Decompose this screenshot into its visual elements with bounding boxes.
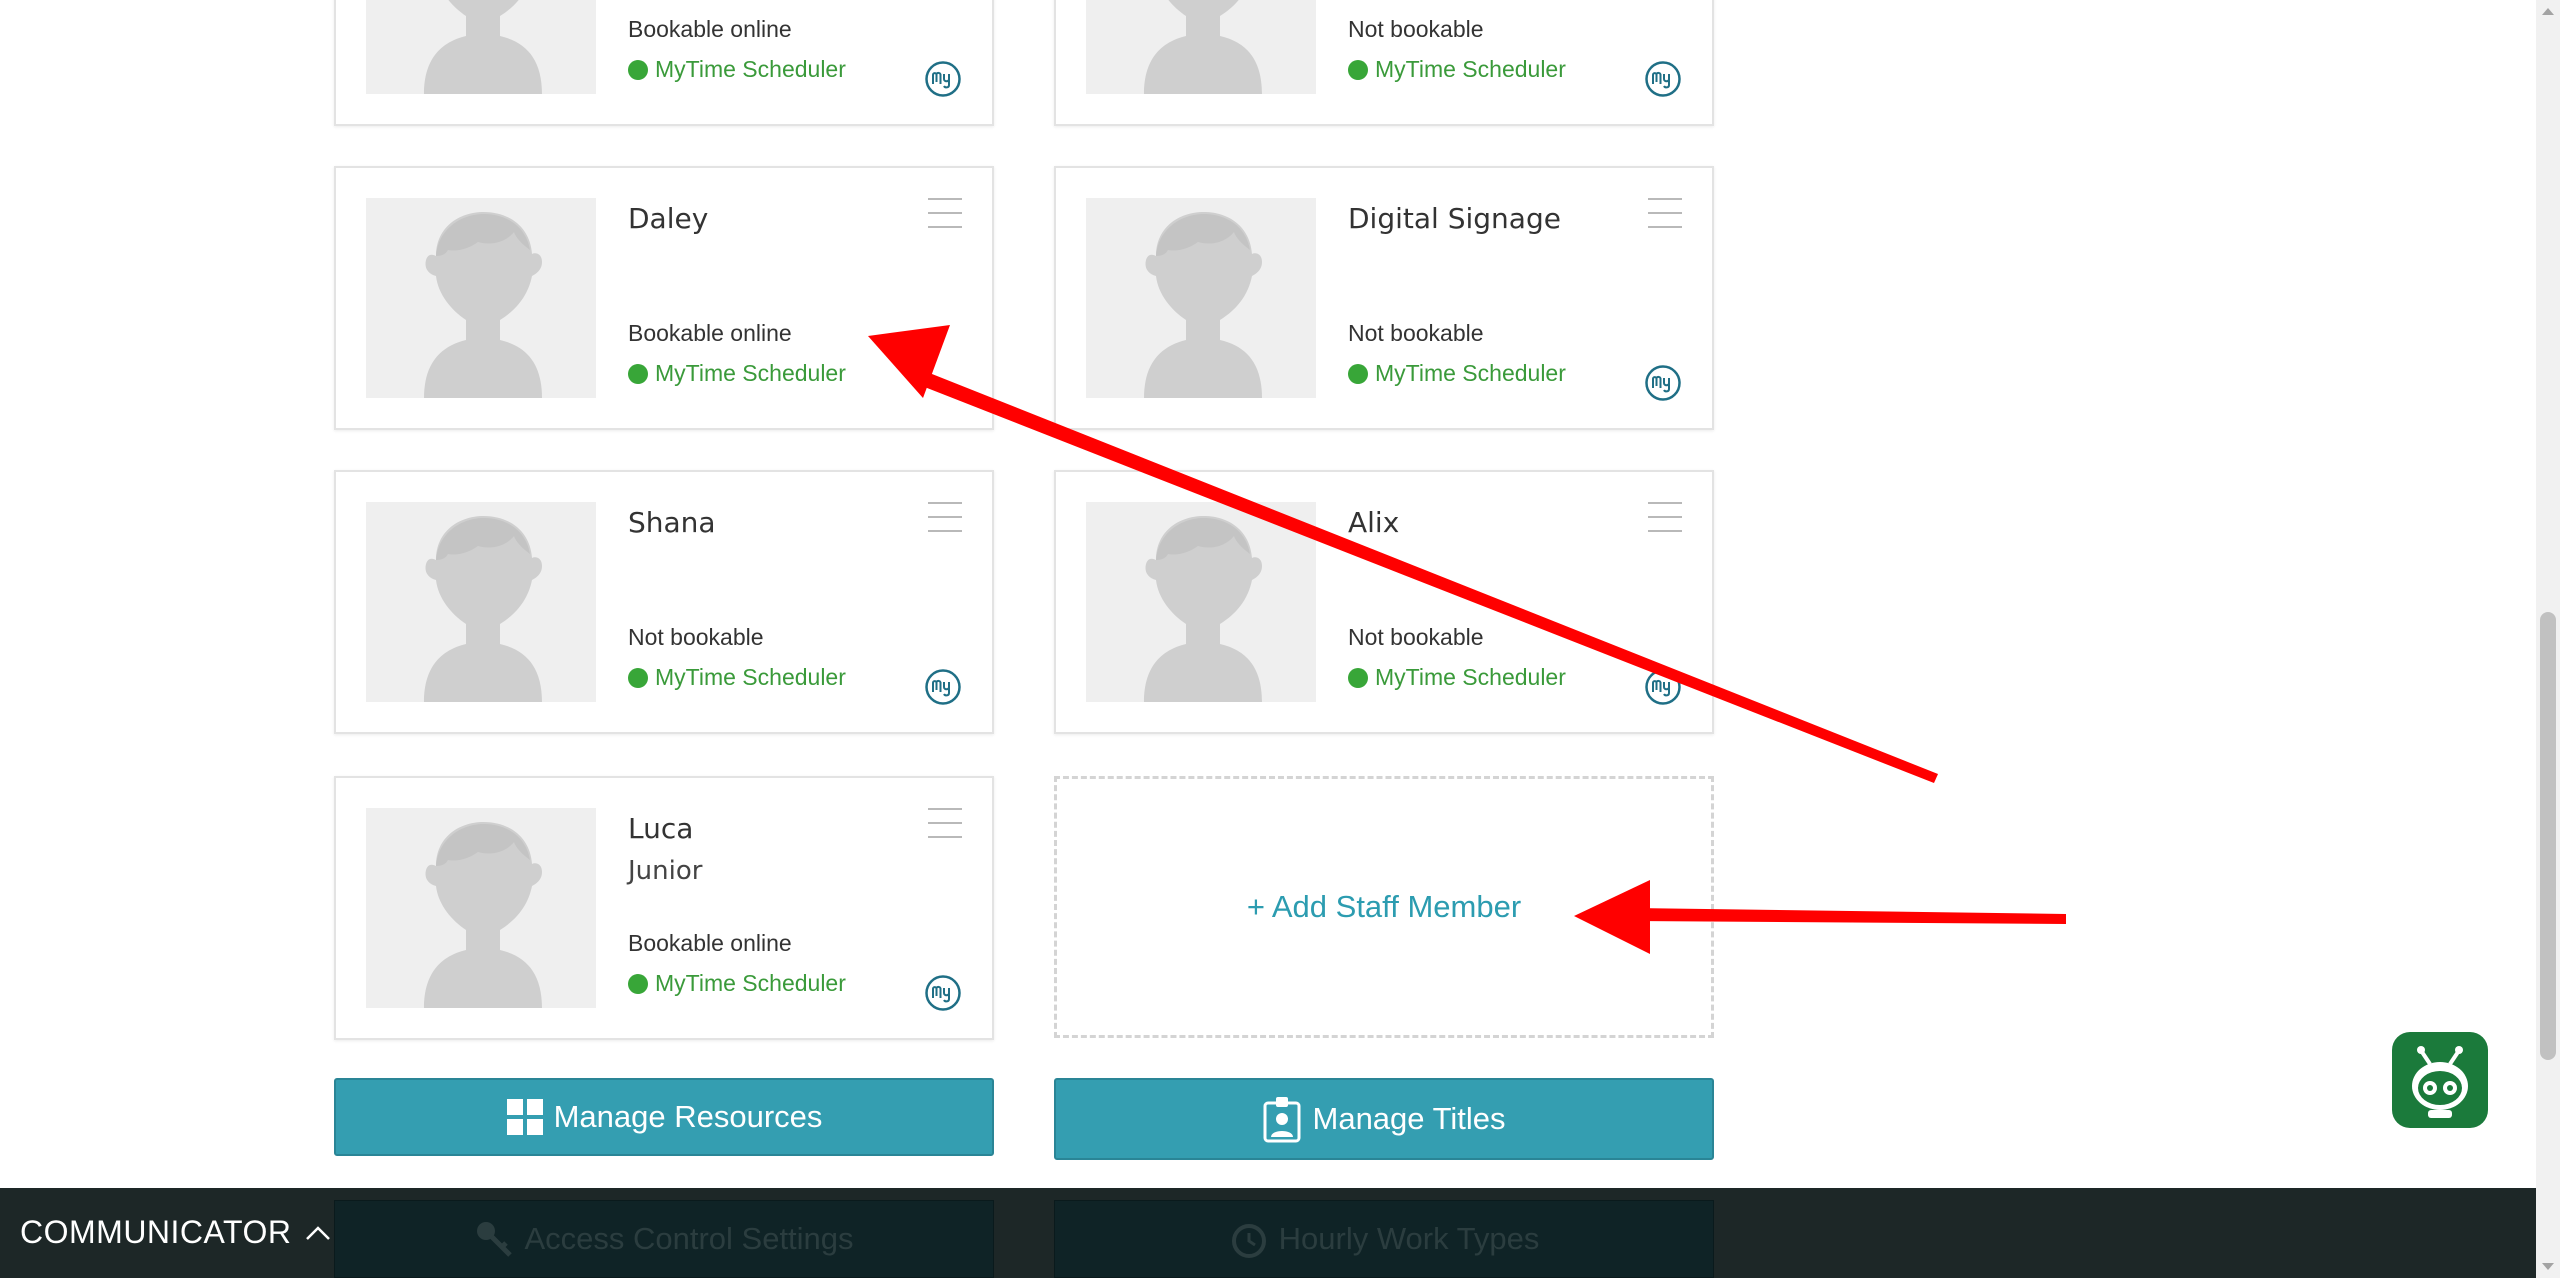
staff-name: Daley — [628, 202, 709, 235]
staff-card[interactable]: Bookable online MyTime Scheduler — [334, 0, 994, 126]
booking-status: Not bookable — [1348, 320, 1484, 346]
mytime-logo-icon — [1644, 60, 1682, 98]
status-dot-icon — [628, 59, 648, 80]
staff-name: Shana — [628, 506, 716, 539]
mytime-logo-icon — [924, 668, 962, 706]
grid-icon — [506, 1098, 544, 1136]
scheduler-label: MyTime Scheduler — [1348, 664, 1566, 691]
add-staff-member-button[interactable]: + Add Staff Member — [1054, 776, 1714, 1038]
avatar — [1086, 502, 1316, 702]
staff-name: Alix — [1348, 506, 1400, 539]
hamburger-icon[interactable] — [928, 198, 962, 232]
chevron-up-icon — [305, 1225, 331, 1241]
manage-resources-button[interactable]: Manage Resources — [334, 1078, 994, 1156]
staff-name: Luca — [628, 812, 694, 845]
staff-card-luca[interactable]: Luca Junior Bookable online MyTime Sched… — [334, 776, 994, 1040]
status-dot-icon — [1348, 667, 1368, 688]
staff-name: Digital Signage — [1348, 202, 1561, 235]
manage-titles-button[interactable]: Manage Titles — [1054, 1078, 1714, 1160]
scheduler-label: MyTime Scheduler — [1348, 56, 1566, 83]
access-control-settings-button[interactable]: Access Control Settings — [334, 1200, 994, 1278]
staff-card[interactable]: Not bookable MyTime Scheduler — [1054, 0, 1714, 126]
clock-icon — [1229, 1219, 1269, 1259]
status-dot-icon — [628, 363, 648, 384]
communicator-toggle[interactable]: COMMUNICATOR — [20, 1214, 331, 1251]
scheduler-label: MyTime Scheduler — [628, 360, 846, 387]
hourly-work-types-button[interactable]: Hourly Work Types — [1054, 1200, 1714, 1278]
avatar — [366, 0, 596, 94]
scroll-up-icon[interactable] — [2540, 4, 2556, 18]
booking-status: Not bookable — [1348, 624, 1484, 650]
hamburger-icon[interactable] — [1648, 198, 1682, 232]
staff-card-digital-signage[interactable]: Digital Signage Not bookable MyTime Sche… — [1054, 166, 1714, 430]
status-dot-icon — [1348, 59, 1368, 80]
scroll-down-icon[interactable] — [2540, 1260, 2556, 1274]
booking-status: Not bookable — [628, 624, 764, 650]
hamburger-icon[interactable] — [928, 808, 962, 842]
status-dot-icon — [1348, 363, 1368, 384]
booking-status: Not bookable — [1348, 16, 1484, 42]
booking-status: Bookable online — [628, 320, 792, 346]
scheduler-label: MyTime Scheduler — [1348, 360, 1566, 387]
hamburger-icon[interactable] — [1648, 502, 1682, 536]
id-badge-icon — [1263, 1095, 1303, 1143]
avatar — [366, 198, 596, 398]
mytime-logo-icon — [924, 974, 962, 1012]
staff-card-alix[interactable]: Alix Not bookable MyTime Scheduler — [1054, 470, 1714, 734]
scheduler-label: MyTime Scheduler — [628, 56, 846, 83]
booking-status: Bookable online — [628, 930, 792, 956]
mytime-logo-icon — [924, 60, 962, 98]
avatar — [1086, 198, 1316, 398]
scrollbar-thumb[interactable] — [2540, 612, 2556, 1060]
add-staff-member-label: + Add Staff Member — [1246, 889, 1522, 924]
status-dot-icon — [628, 667, 648, 688]
staff-card-shana[interactable]: Shana Not bookable MyTime Scheduler — [334, 470, 994, 734]
avatar — [366, 502, 596, 702]
staff-title: Junior — [628, 856, 703, 886]
avatar — [1086, 0, 1316, 94]
booking-status: Bookable online — [628, 16, 792, 42]
hamburger-icon[interactable] — [928, 502, 962, 536]
staff-card-daley[interactable]: Daley Bookable online MyTime Scheduler — [334, 166, 994, 430]
status-dot-icon — [628, 973, 648, 994]
key-icon — [474, 1219, 514, 1259]
scheduler-label: MyTime Scheduler — [628, 664, 846, 691]
scheduler-label: MyTime Scheduler — [628, 970, 846, 997]
communicator-label: COMMUNICATOR — [20, 1214, 292, 1250]
mytime-logo-icon — [1644, 668, 1682, 706]
avatar — [366, 808, 596, 1008]
mytime-logo-icon — [1644, 364, 1682, 402]
robot-icon[interactable] — [2392, 1032, 2488, 1128]
